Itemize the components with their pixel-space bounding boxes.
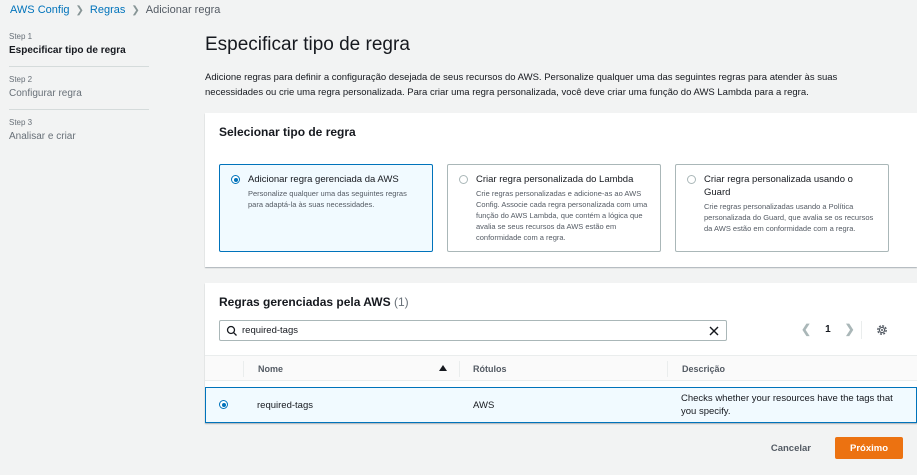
panel-title: Selecionar tipo de regra	[219, 125, 356, 139]
column-divider	[243, 361, 244, 377]
page-description: Adicione regras para definir a configura…	[205, 72, 838, 98]
column-divider	[667, 361, 668, 377]
search-field[interactable]	[219, 320, 727, 341]
panel-title: Regras gerenciadas pela AWS (1)	[219, 295, 409, 309]
column-header-description[interactable]: Descrição	[682, 364, 725, 374]
rule-count: (1)	[393, 295, 409, 309]
pagination: ❮ 1 ❯	[801, 322, 855, 336]
radio-button[interactable]	[219, 400, 228, 409]
wizard-steps: Step 1 Especificar tipo de regra Step 2 …	[9, 32, 149, 160]
step-2: Step 2 Configurar regra	[9, 75, 149, 110]
breadcrumb: AWS Config ❯ Regras ❯ Adicionar regra	[10, 4, 220, 16]
next-button[interactable]: Próximo	[834, 437, 903, 459]
chevron-right-icon: ❯	[75, 4, 84, 16]
table-header: Nome Rótulos Descrição	[205, 355, 917, 381]
chevron-right-icon[interactable]: ❯	[845, 322, 855, 336]
page-number[interactable]: 1	[825, 324, 831, 335]
step-number: Step 2	[9, 75, 33, 84]
option-description: Personalize qualquer uma das seguintes r…	[248, 189, 407, 209]
chevron-right-icon: ❯	[131, 4, 140, 16]
sort-ascending-icon[interactable]	[439, 365, 447, 371]
breadcrumb-regras[interactable]: Regras	[90, 4, 125, 16]
option-title: Criar regra personalizada usando o Guard	[704, 174, 853, 198]
close-icon[interactable]	[708, 325, 720, 337]
gear-icon[interactable]	[875, 323, 889, 337]
step-number: Step 3	[9, 118, 33, 127]
cell-description: Checks whether your resources have the t…	[681, 393, 893, 417]
rule-type-panel: Selecionar tipo de regra Adicionar regra…	[205, 113, 917, 267]
step-1: Step 1 Especificar tipo de regra	[9, 32, 149, 67]
step-title: Especificar tipo de regra	[9, 45, 126, 56]
page-title: Especificar tipo de regra	[205, 34, 410, 55]
managed-rules-panel: Regras gerenciadas pela AWS (1) ❮ 1 ❯ No…	[205, 283, 917, 423]
breadcrumb-aws-config[interactable]: AWS Config	[10, 4, 70, 16]
search-icon	[226, 325, 237, 336]
page-header: Especificar tipo de regra Adicione regra…	[205, 34, 905, 100]
breadcrumb-current: Adicionar regra	[145, 4, 221, 16]
step-title: Configurar regra	[9, 88, 82, 99]
radio-button[interactable]	[459, 175, 468, 184]
column-header-name[interactable]: Nome	[258, 364, 283, 374]
option-description: Crie regras personalizadas e adicione-as…	[476, 189, 648, 242]
search-input[interactable]	[242, 323, 692, 338]
step-title: Analisar e criar	[9, 131, 76, 142]
panel-title-text: Regras gerenciadas pela AWS	[219, 295, 391, 309]
chevron-left-icon[interactable]: ❮	[801, 322, 811, 336]
cancel-button[interactable]: Cancelar	[771, 443, 811, 454]
radio-button[interactable]	[687, 175, 696, 184]
cell-labels: AWS	[473, 400, 495, 411]
column-header-labels[interactable]: Rótulos	[473, 364, 507, 374]
option-guard-rule[interactable]: Criar regra personalizada usando o Guard…	[675, 164, 889, 252]
column-divider	[459, 361, 460, 377]
radio-button[interactable]	[231, 175, 240, 184]
divider	[861, 321, 862, 339]
footer-actions: Cancelar Próximo	[771, 437, 903, 459]
option-title: Criar regra personalizada do Lambda	[476, 174, 634, 185]
option-description: Crie regras personalizadas usando a Polí…	[704, 202, 874, 233]
cell-name: required-tags	[257, 400, 313, 411]
option-managed-rule[interactable]: Adicionar regra gerenciada da AWS Person…	[219, 164, 433, 252]
step-3: Step 3 Analisar e criar	[9, 118, 149, 152]
option-lambda-rule[interactable]: Criar regra personalizada do Lambda Crie…	[447, 164, 661, 252]
rule-type-options: Adicionar regra gerenciada da AWS Person…	[219, 164, 889, 252]
step-number: Step 1	[9, 32, 33, 41]
table-row[interactable]: required-tags AWS Checks whether your re…	[205, 387, 917, 423]
option-title: Adicionar regra gerenciada da AWS	[248, 174, 399, 185]
